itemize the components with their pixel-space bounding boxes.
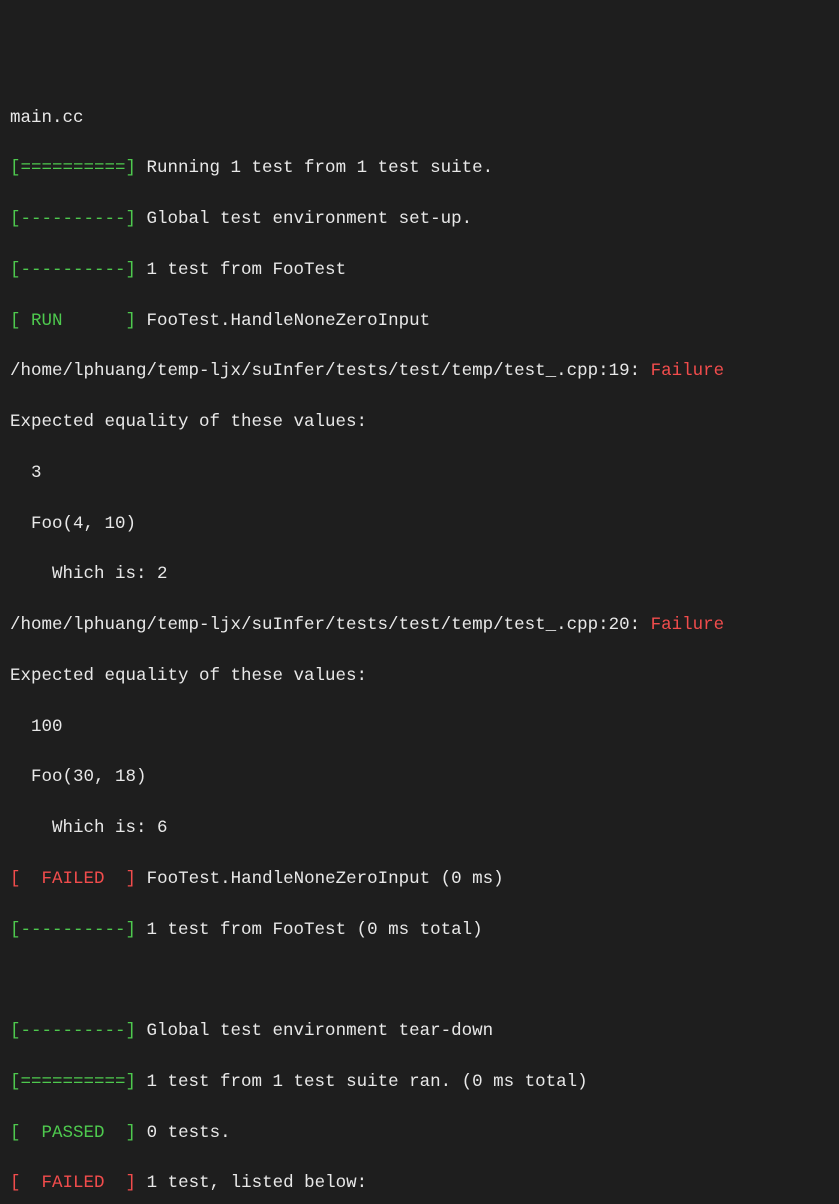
teardown-text: Global test environment tear-down [136,1021,493,1041]
failure-label: Failure [651,615,725,635]
passed-text: 0 tests. [136,1123,231,1143]
bracket-open: [ [10,1123,21,1143]
test-line-run: [ RUN ] FooTest.HandleNoneZeroInput [10,309,829,334]
failure-path-1: /home/lphuang/temp-ljx/suInfer/tests/tes… [10,359,829,384]
suite-text: 1 test from FooTest [136,260,346,280]
failure-path-2: /home/lphuang/temp-ljx/suInfer/tests/tes… [10,613,829,638]
bracket-close: ] [63,311,137,331]
bracket-equals: [==========] [10,1072,136,1092]
test-line-running: [==========] Running 1 test from 1 test … [10,156,829,181]
actual-expr-2: Foo(30, 18) [10,765,829,790]
expected-label-1: Expected equality of these values: [10,410,829,435]
bracket-dashes: [----------] [10,1021,136,1041]
setup-text: Global test environment set-up. [136,209,472,229]
filename-line: main.cc [10,106,829,131]
failed-label: FAILED [21,869,126,889]
expected-label-2: Expected equality of these values: [10,664,829,689]
running-text: Running 1 test from 1 test suite. [136,158,493,178]
suite-done-text: 1 test from FooTest (0 ms total) [136,920,483,940]
blank-line [10,968,829,993]
test-line-failed-summary: [ FAILED ] 1 test, listed below: [10,1171,829,1196]
expected-value-2: 100 [10,715,829,740]
run-label: RUN [31,311,63,331]
test-line-teardown: [----------] Global test environment tea… [10,1019,829,1044]
failure-label: Failure [651,361,725,381]
bracket-close: ] [126,1123,137,1143]
test-line-suite-done: [----------] 1 test from FooTest (0 ms t… [10,918,829,943]
path-text: /home/lphuang/temp-ljx/suInfer/tests/tes… [10,361,651,381]
ran-text: 1 test from 1 test suite ran. (0 ms tota… [136,1072,588,1092]
actual-expr-1: Foo(4, 10) [10,512,829,537]
test-line-passed: [ PASSED ] 0 tests. [10,1121,829,1146]
actual-value-1: Which is: 2 [10,562,829,587]
bracket-open: [ [10,869,21,889]
failed-text: FooTest.HandleNoneZeroInput (0 ms) [136,869,504,889]
test-line-suite: [----------] 1 test from FooTest [10,258,829,283]
bracket-close: ] [126,1173,137,1193]
bracket-close: ] [126,869,137,889]
bracket-dashes: [----------] [10,920,136,940]
path-text: /home/lphuang/temp-ljx/suInfer/tests/tes… [10,615,651,635]
bracket-dashes: [----------] [10,209,136,229]
bracket-open: [ [10,311,31,331]
test-line-setup: [----------] Global test environment set… [10,207,829,232]
passed-label: PASSED [21,1123,126,1143]
bracket-dashes: [----------] [10,260,136,280]
bracket-open: [ [10,1173,21,1193]
expected-value-1: 3 [10,461,829,486]
test-line-failed: [ FAILED ] FooTest.HandleNoneZeroInput (… [10,867,829,892]
failed-label: FAILED [21,1173,126,1193]
actual-value-2: Which is: 6 [10,816,829,841]
failed-summary-text: 1 test, listed below: [136,1173,367,1193]
bracket-equals: [==========] [10,158,136,178]
test-line-ran: [==========] 1 test from 1 test suite ra… [10,1070,829,1095]
run-text: FooTest.HandleNoneZeroInput [136,311,430,331]
